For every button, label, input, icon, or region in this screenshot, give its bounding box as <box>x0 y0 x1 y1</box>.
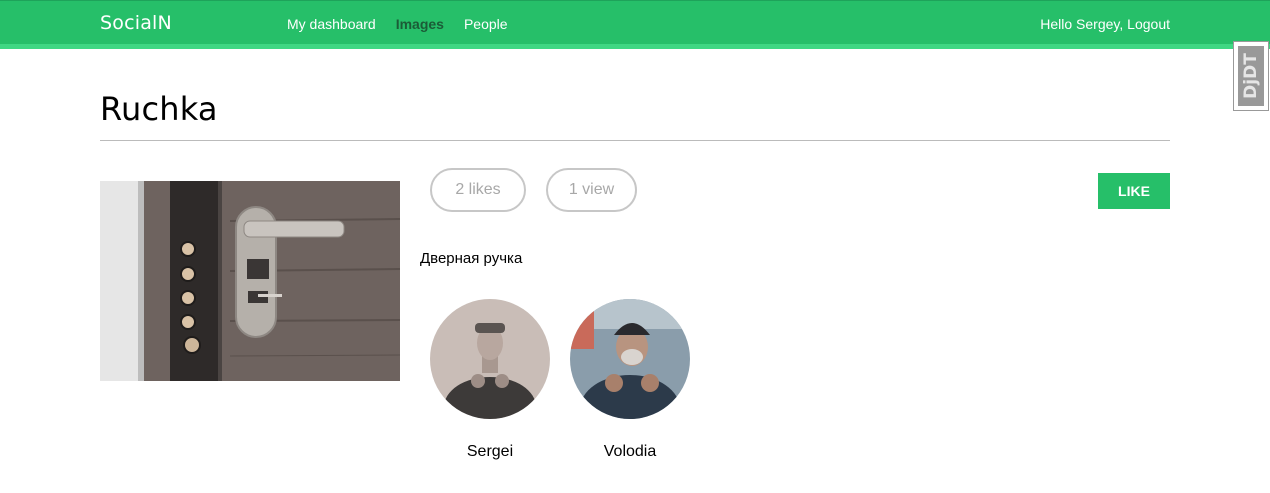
liker-item[interactable]: Sergei <box>430 299 550 461</box>
nav-images[interactable]: Images <box>396 16 444 32</box>
main-nav: My dashboard Images People <box>287 16 508 32</box>
likes-count-badge: 2 likes <box>430 168 526 212</box>
liker-name[interactable]: Sergei <box>430 443 550 461</box>
title-divider <box>100 140 1170 141</box>
image-description: Дверная ручка <box>420 250 523 267</box>
user-greeting: Hello Sergey, <box>1040 16 1124 32</box>
nav-my-dashboard[interactable]: My dashboard <box>287 16 376 32</box>
avatar-volodia-image <box>570 299 690 419</box>
navbar-accent-stripe <box>0 44 1270 49</box>
page-title: Ruchka <box>100 90 218 128</box>
like-button[interactable]: LIKE <box>1098 173 1170 209</box>
avatar[interactable] <box>570 299 690 419</box>
views-count-label: 1 view <box>568 181 615 198</box>
likes-count-label: 2 likes <box>455 181 501 198</box>
debug-toolbar-handle[interactable]: DjDT <box>1233 41 1269 111</box>
top-navbar: SocialN My dashboard Images People Hello… <box>0 0 1270 44</box>
avatar-sergei-image <box>430 299 550 419</box>
user-menu: Hello Sergey, Logout <box>1040 16 1170 32</box>
debug-toolbar-label: DjDT <box>1241 53 1261 99</box>
nav-people[interactable]: People <box>464 16 508 32</box>
site-logo[interactable]: SocialN <box>100 12 172 34</box>
debug-toolbar-tab: DjDT <box>1238 46 1264 106</box>
liker-name[interactable]: Volodia <box>570 443 690 461</box>
door-handle-image <box>100 181 400 381</box>
avatar[interactable] <box>430 299 550 419</box>
logout-link[interactable]: Logout <box>1127 16 1170 32</box>
door-handle-illustration <box>100 181 400 381</box>
liker-item[interactable]: Volodia <box>570 299 690 461</box>
views-count-badge: 1 view <box>546 168 637 212</box>
